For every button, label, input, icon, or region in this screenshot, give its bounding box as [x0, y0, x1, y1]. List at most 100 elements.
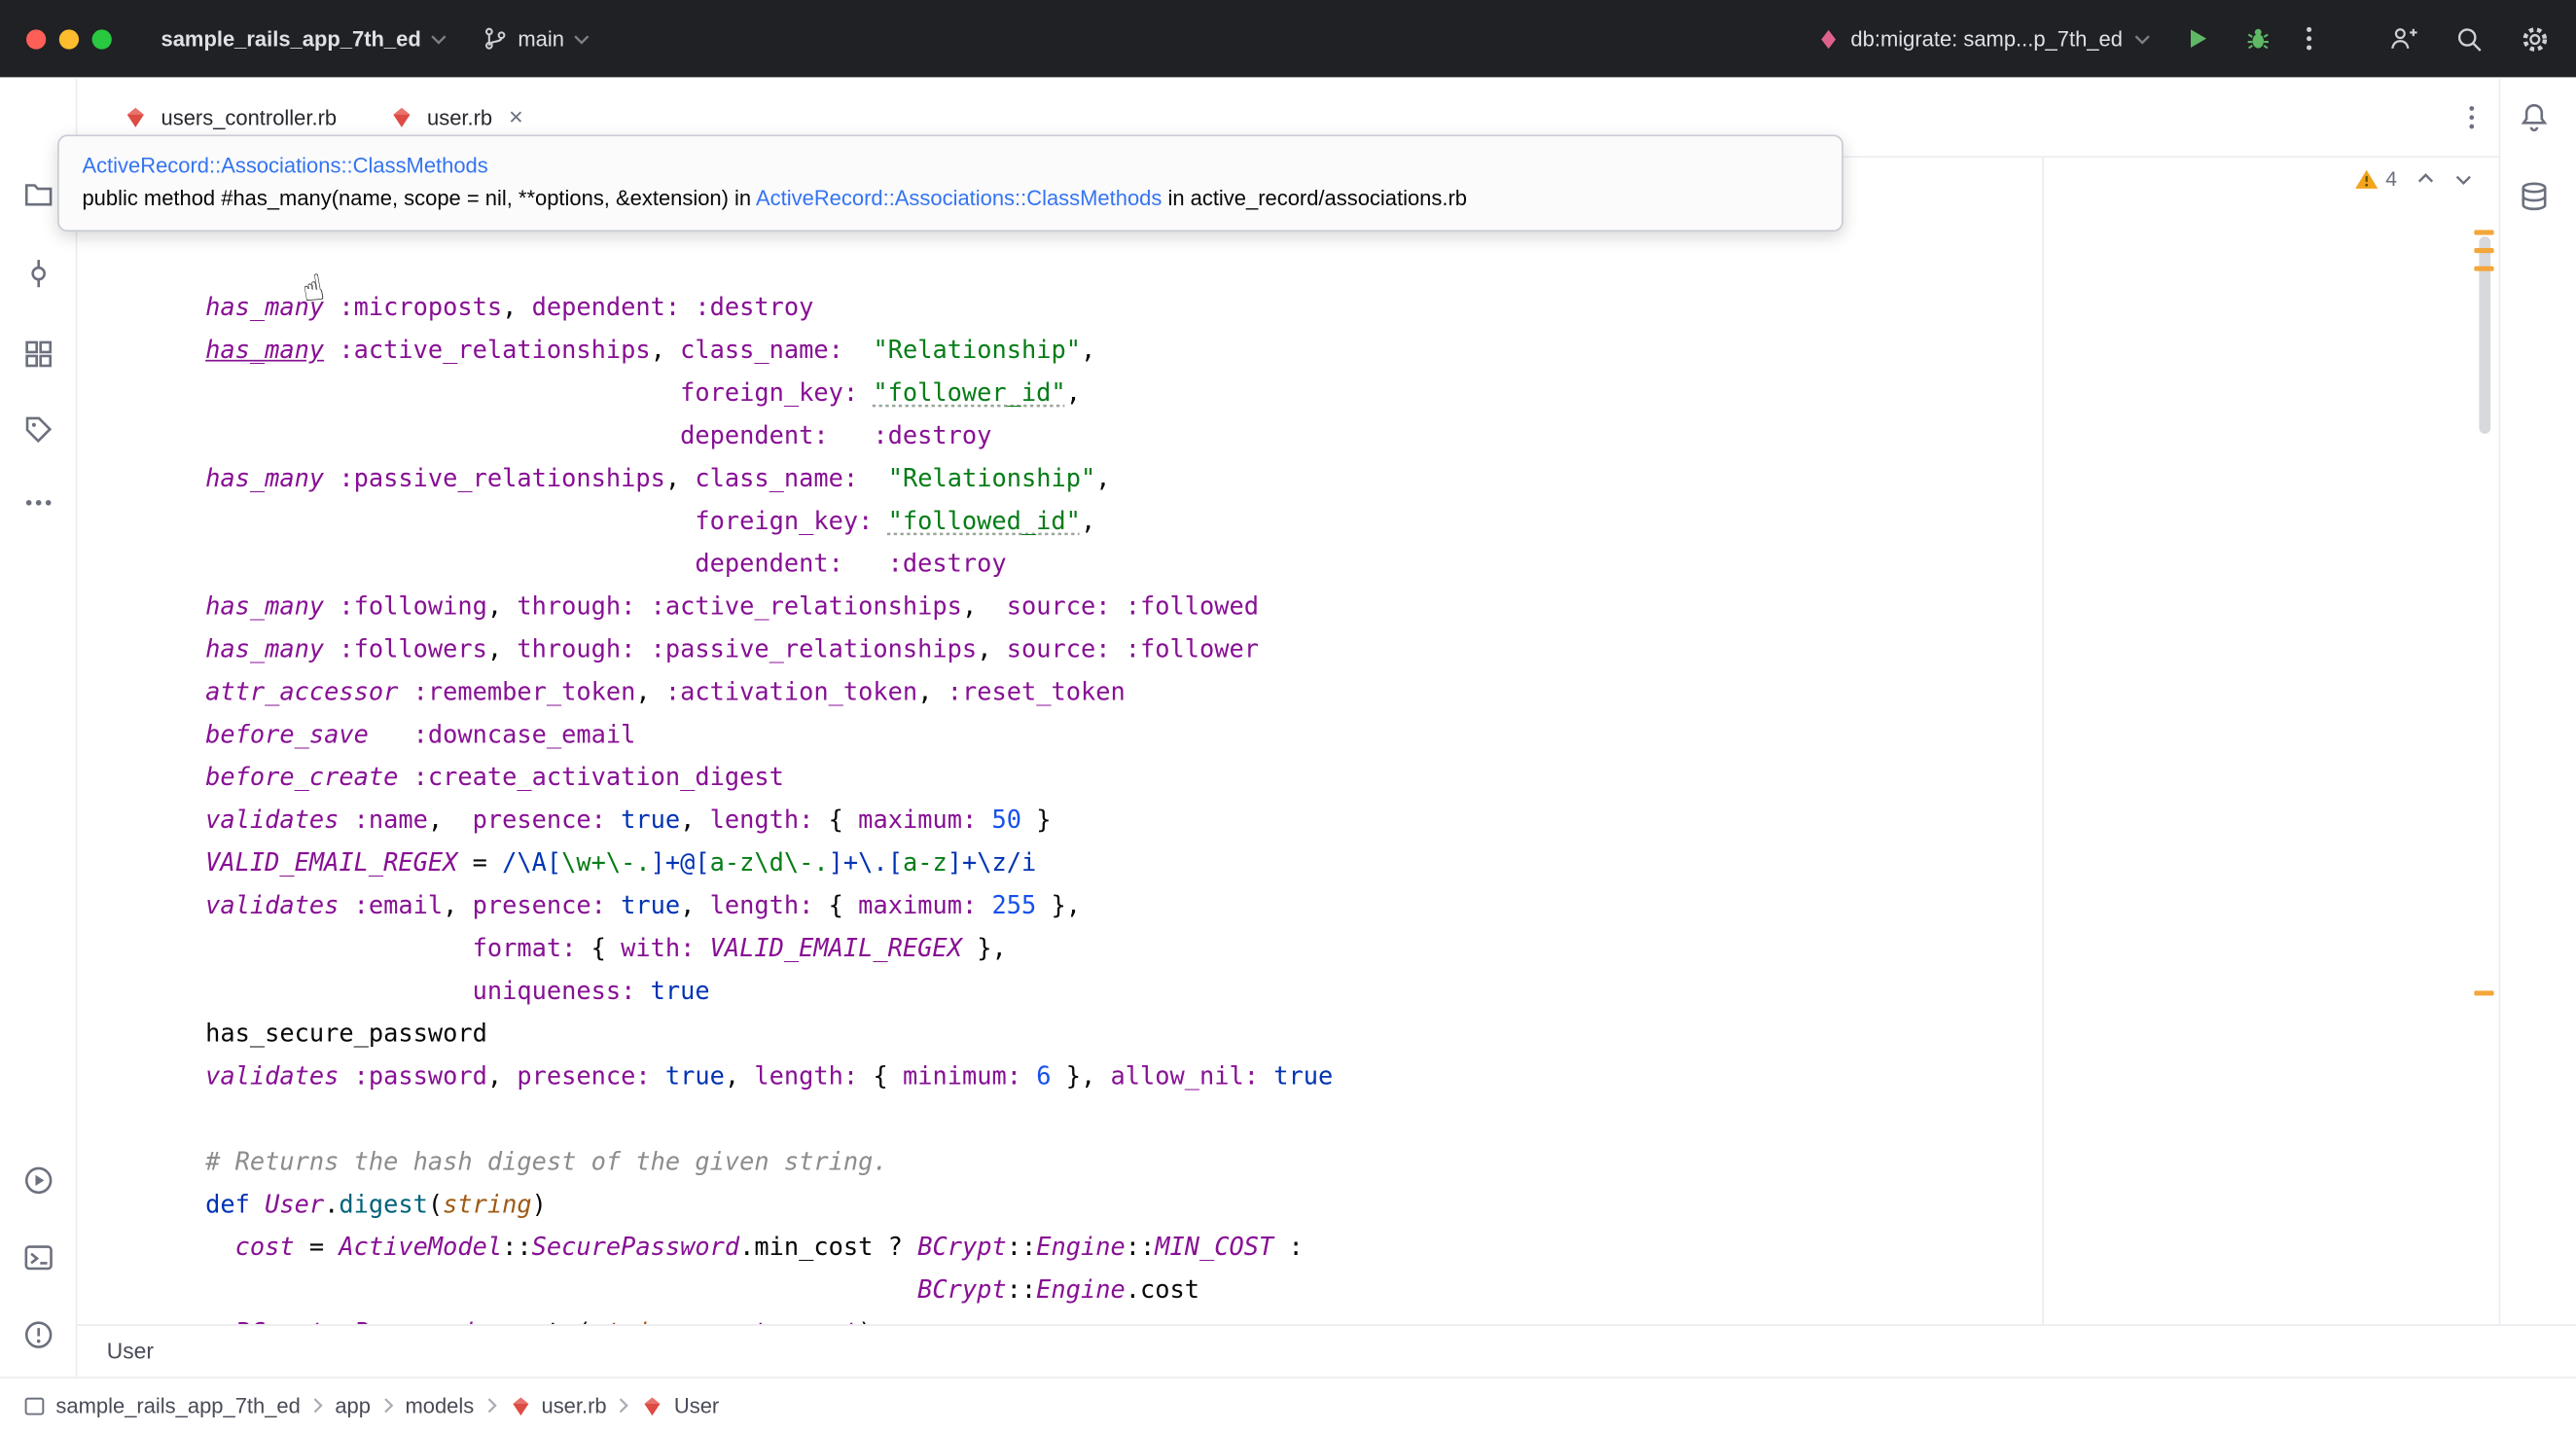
code-token: ,	[651, 336, 681, 365]
folder-icon[interactable]	[23, 179, 54, 210]
code-line[interactable]: dependent: :destroy	[205, 542, 1333, 585]
code-token: validates	[205, 806, 339, 835]
close-window-button[interactable]	[26, 29, 46, 49]
tooltip-body-text: public method #has_many(name, scope = ni…	[82, 186, 756, 210]
code-line[interactable]: foreign_key: "follower_id",	[205, 372, 1333, 414]
code-token	[1110, 591, 1125, 621]
code-line[interactable]	[205, 1097, 1333, 1140]
code-line[interactable]: before_create :create_activation_digest	[205, 756, 1333, 799]
code-line[interactable]: format: { with: VALID_EMAIL_REGEX },	[205, 926, 1333, 969]
database-icon[interactable]	[2519, 181, 2550, 212]
code-line[interactable]: has_many :following, through: :active_re…	[205, 585, 1333, 627]
settings-gear-icon[interactable]	[2521, 23, 2550, 53]
code-line[interactable]: attr_accessor :remember_token, :activati…	[205, 670, 1333, 713]
bookmarks-icon[interactable]	[23, 414, 54, 446]
more-kebab-icon[interactable]	[2305, 24, 2312, 53]
code-token: :destroy	[888, 549, 1007, 578]
warning-stripe-mark[interactable]	[2474, 230, 2493, 234]
code-token	[635, 976, 650, 1005]
code-token: true	[621, 890, 680, 919]
structure-icon[interactable]	[23, 339, 54, 370]
code-token: :passive_relationships	[651, 634, 978, 663]
breadcrumb-app[interactable]: app	[335, 1393, 371, 1417]
close-tab-icon[interactable]: ×	[509, 105, 523, 129]
code-line[interactable]: has_many :passive_relationships, class_n…	[205, 456, 1333, 499]
code-line[interactable]: BCrypt::Engine.cost	[205, 1269, 1333, 1311]
code-line[interactable]: validates :email, presence: true, length…	[205, 884, 1333, 927]
warning-stripe-mark[interactable]	[2474, 990, 2493, 995]
tooltip-class-link[interactable]: ActiveRecord::Associations::ClassMethods	[756, 186, 1162, 210]
code-token: ,	[680, 890, 710, 919]
code-line[interactable]: cost = ActiveModel::SecurePassword.min_c…	[205, 1226, 1333, 1269]
notifications-bell-icon[interactable]	[2519, 102, 2550, 133]
right-stripe-divider	[2499, 79, 2501, 1324]
code-line[interactable]: VALID_EMAIL_REGEX = /\A[\w+\-.]+@[a-z\d\…	[205, 842, 1333, 884]
scope-label[interactable]: User	[107, 1339, 154, 1363]
code-line[interactable]: has_many :microposts, dependent: :destro…	[205, 286, 1333, 329]
code-token: ::	[1007, 1233, 1037, 1262]
warning-stripe-mark[interactable]	[2474, 248, 2493, 253]
code-token: BCrypt	[917, 1275, 1007, 1305]
search-icon[interactable]	[2454, 23, 2484, 53]
code-token	[635, 634, 650, 663]
tooltip-title-link[interactable]: ActiveRecord::Associations::ClassMethods	[82, 153, 487, 177]
add-user-icon[interactable]	[2389, 23, 2418, 53]
code-line[interactable]: has_secure_password	[205, 1012, 1333, 1055]
code-token: Engine	[1036, 1275, 1126, 1305]
breadcrumb-project[interactable]: sample_rails_app_7th_ed	[23, 1393, 301, 1417]
code-area[interactable]: has_many :microposts, dependent: :destro…	[205, 200, 1333, 1324]
code-token: allow_nil:	[1110, 1061, 1259, 1091]
debug-icon[interactable]	[2244, 24, 2272, 53]
code-token: cost	[235, 1233, 295, 1262]
code-token	[205, 976, 473, 1005]
prev-problem-chevron-icon[interactable]	[2416, 172, 2435, 186]
code-line[interactable]: has_many :followers, through: :passive_r…	[205, 627, 1333, 670]
run-icon[interactable]	[2183, 24, 2211, 53]
code-token: },	[962, 933, 1007, 962]
code-token: VALID_EMAIL_REGEX	[205, 847, 457, 877]
code-token: through:	[517, 634, 635, 663]
branch-widget[interactable]: main	[483, 26, 590, 51]
tab-options-kebab-icon[interactable]	[2468, 103, 2476, 131]
problems-icon[interactable]	[23, 1319, 54, 1350]
breadcrumb-user-rb[interactable]: user.rb	[509, 1393, 607, 1417]
code-line[interactable]: dependent: :destroy	[205, 414, 1333, 457]
code-token: =	[295, 1233, 340, 1262]
code-token: .create(	[473, 1317, 591, 1324]
code-line[interactable]: validates :password, presence: true, len…	[205, 1055, 1333, 1097]
code-token: ::	[1126, 1233, 1156, 1262]
editor-pane[interactable]: has_many :microposts, dependent: :destro…	[77, 158, 2498, 1324]
code-line[interactable]: def User.digest(string)	[205, 1183, 1333, 1226]
code-token: cost:	[710, 1317, 784, 1324]
code-line[interactable]: # Returns the hash digest of the given s…	[205, 1140, 1333, 1183]
inspections-widget[interactable]: 4	[2354, 167, 2473, 191]
code-token	[1259, 1061, 1273, 1091]
code-line[interactable]: before_save :downcase_email	[205, 713, 1333, 756]
minimize-window-button[interactable]	[59, 29, 79, 49]
code-token: ,	[487, 634, 518, 663]
breadcrumb-models[interactable]: models	[405, 1393, 474, 1417]
code-token: length:	[754, 1061, 858, 1091]
code-token: },	[1051, 1061, 1110, 1091]
tab-label: users_controller.rb	[161, 105, 338, 129]
more-tools-icon[interactable]	[23, 496, 54, 510]
code-line[interactable]: has_many :active_relationships, class_na…	[205, 329, 1333, 372]
commit-icon[interactable]	[23, 258, 54, 289]
run-configuration-selector[interactable]: db:migrate: samp...p_7th_ed	[1816, 26, 2151, 51]
ruby-file-icon	[124, 105, 148, 129]
code-token: source:	[1007, 634, 1111, 663]
warning-stripe-mark[interactable]	[2474, 267, 2493, 271]
project-widget[interactable]: sample_rails_app_7th_ed	[161, 26, 447, 51]
next-problem-chevron-icon[interactable]	[2454, 172, 2473, 186]
code-line[interactable]: foreign_key: "followed_id",	[205, 499, 1333, 542]
code-line[interactable]: validates :name, presence: true, length:…	[205, 799, 1333, 842]
terminal-icon[interactable]	[23, 1242, 54, 1273]
code-token	[369, 720, 413, 749]
code-line[interactable]: BCrypt::Password.create(string, cost: co…	[205, 1311, 1333, 1325]
ruby-file-icon	[509, 1394, 532, 1417]
breadcrumb-user-class[interactable]: User	[641, 1393, 719, 1417]
chevron-down-icon	[574, 32, 590, 46]
zoom-window-button[interactable]	[92, 29, 112, 49]
code-line[interactable]: uniqueness: true	[205, 969, 1333, 1012]
services-icon[interactable]	[23, 1164, 54, 1196]
